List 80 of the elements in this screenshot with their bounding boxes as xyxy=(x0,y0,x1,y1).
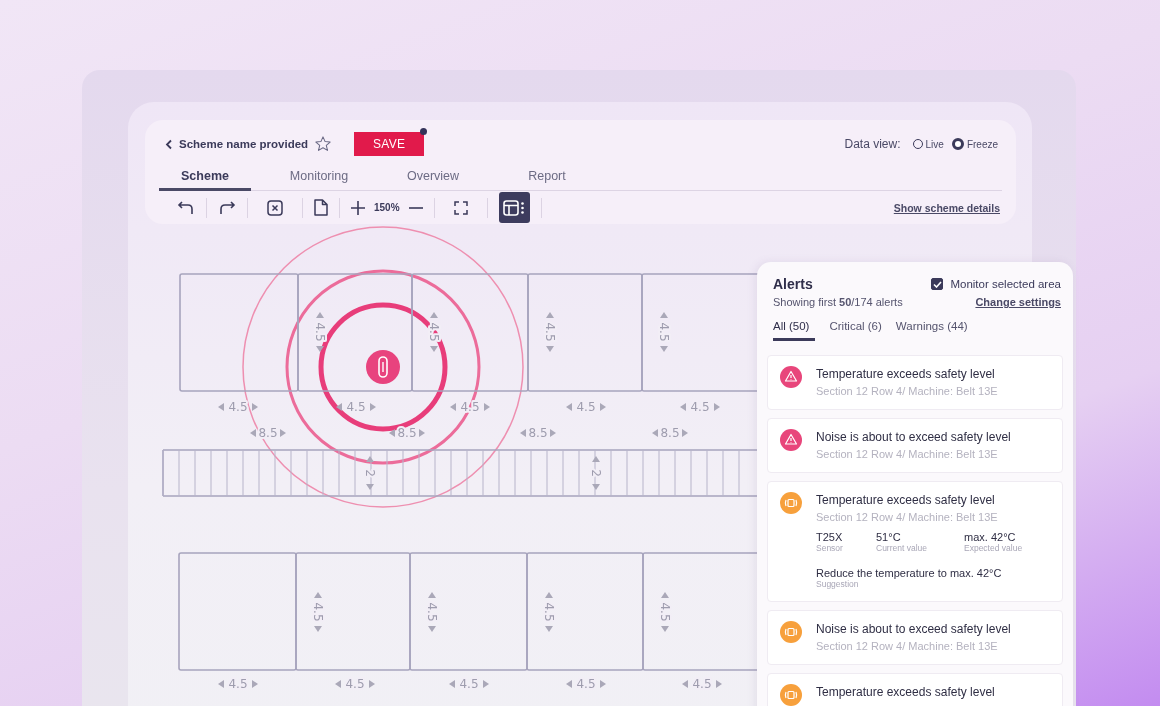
tab[interactable]: Monitoring xyxy=(273,164,365,191)
back-icon[interactable] xyxy=(165,138,173,150)
metric-label: Expected value xyxy=(964,543,1023,553)
dimension-label: 4.5 xyxy=(425,592,439,632)
close-icon[interactable] xyxy=(267,199,283,216)
dimension-label: 4.5 xyxy=(542,592,556,632)
dimension-label: 4.5 xyxy=(449,677,489,691)
tab[interactable]: Overview xyxy=(387,164,479,191)
save-button[interactable]: SAVE xyxy=(354,132,425,156)
alert-card[interactable]: Noise is about to exceed safety level Section 12 Row 4/ Machine: Belt 13E xyxy=(767,418,1063,473)
radio-option[interactable]: Freeze xyxy=(951,138,998,150)
redo-icon[interactable] xyxy=(218,199,236,216)
alert-title: Temperature exceeds safety level xyxy=(816,492,996,508)
alert-title: Temperature exceeds safety level xyxy=(816,684,995,700)
alert-card[interactable]: Noise is about to exceed safety level Section 12 Row 4/ Machine: Belt 13E xyxy=(767,610,1063,665)
dimension-label: 8.5 xyxy=(520,426,556,440)
metric-label: Sensor xyxy=(816,543,844,553)
alerts-title: Alerts xyxy=(773,276,813,292)
suggestion-text: Reduce the temperature to max. 42°C xyxy=(816,567,1003,579)
zoom-in-icon[interactable] xyxy=(351,200,365,215)
warning-icon xyxy=(780,366,802,388)
dimension-label: 4.5 xyxy=(336,400,376,414)
dimension-label: 4.5 xyxy=(657,312,671,352)
dimension-label: 4.5 xyxy=(566,400,606,414)
tab[interactable]: Scheme xyxy=(159,164,251,191)
dimension-label: 8.5 xyxy=(389,426,425,440)
vibration-icon xyxy=(780,621,802,643)
dimension-label: 4.5 xyxy=(543,312,557,352)
dimension-label: 4.5 xyxy=(313,312,327,352)
zoom-level: 150% xyxy=(374,202,400,213)
scheme-title: Scheme name provided xyxy=(179,138,309,150)
data-view-label: Data view: xyxy=(844,137,901,151)
metric-value: max. 42°C xyxy=(964,531,1017,543)
alert-card[interactable]: Temperature exceeds safety level Section 12 Row 4/ Machine: Belt 13E T25X Sensor 51°C Current value max. 42°C Expected value Reduce the temperature to max. 42°C Suggestion xyxy=(767,481,1063,602)
alert-card[interactable]: Temperature exceeds safety level xyxy=(767,673,1063,706)
dimension-label: 8.5 xyxy=(652,426,688,440)
radio-option[interactable]: Live xyxy=(912,138,944,150)
dimension-label: 4.5 xyxy=(658,592,672,632)
filter-tab[interactable]: Warnings (44) xyxy=(895,320,968,341)
dimension-label: 4.5 xyxy=(311,592,325,632)
vibration-icon xyxy=(780,684,802,706)
alert-title: Temperature exceeds safety level xyxy=(816,366,996,382)
dimension-label: 2 xyxy=(363,456,377,490)
metric-value: 51°C xyxy=(876,531,902,543)
change-settings-link[interactable]: Change settings xyxy=(975,296,1061,308)
alert-title: Noise is about to exceed safety level xyxy=(816,621,1011,637)
dimension-label: 4.5 xyxy=(218,677,258,691)
dimension-label: 8.5 xyxy=(250,426,286,440)
warning-icon xyxy=(780,429,802,451)
alert-location: Section 12 Row 4/ Machine: Belt 13E xyxy=(816,640,999,652)
star-icon[interactable] xyxy=(314,135,333,153)
dimension-label: 4.5 xyxy=(566,677,606,691)
sensor-marker[interactable] xyxy=(366,350,400,384)
dimension-label: 2 xyxy=(589,456,603,490)
vibration-icon xyxy=(780,492,802,514)
dimension-label: 4.5 xyxy=(427,312,441,352)
scheme-details-link[interactable]: Show scheme details xyxy=(893,201,1002,214)
alert-title: Noise is about to exceed safety level xyxy=(816,429,1011,445)
metric-label: Current value xyxy=(876,543,929,553)
alert-location: Section 12 Row 4/ Machine: Belt 13E xyxy=(816,448,999,460)
metric-value: T25X xyxy=(816,531,844,543)
dimension-label: 4.5 xyxy=(680,400,720,414)
dimension-label: 4.5 xyxy=(335,677,375,691)
layout-button[interactable] xyxy=(498,192,530,223)
monitor-checkbox[interactable]: Monitor selected area xyxy=(931,278,1061,290)
suggestion-label: Suggestion xyxy=(816,579,860,589)
layout-icon xyxy=(503,199,526,216)
undo-icon[interactable] xyxy=(177,199,195,216)
filter-tab[interactable]: Critical (6) xyxy=(829,320,882,341)
alert-card[interactable]: Temperature exceeds safety level Section 12 Row 4/ Machine: Belt 13E xyxy=(767,355,1063,410)
alert-location: Section 12 Row 4/ Machine: Belt 13E xyxy=(816,511,999,523)
alert-location: Section 12 Row 4/ Machine: Belt 13E xyxy=(816,385,998,397)
dimension-label: 4.5 xyxy=(218,400,258,414)
fit-screen-icon[interactable] xyxy=(453,200,468,215)
alerts-summary: Showing first 50/174 alerts xyxy=(773,296,903,308)
check-icon xyxy=(932,280,942,288)
dimension-label: 4.5 xyxy=(682,677,722,691)
tab[interactable]: Report xyxy=(501,164,593,191)
file-icon[interactable] xyxy=(314,199,328,216)
filter-tab[interactable]: All (50) xyxy=(773,320,816,341)
